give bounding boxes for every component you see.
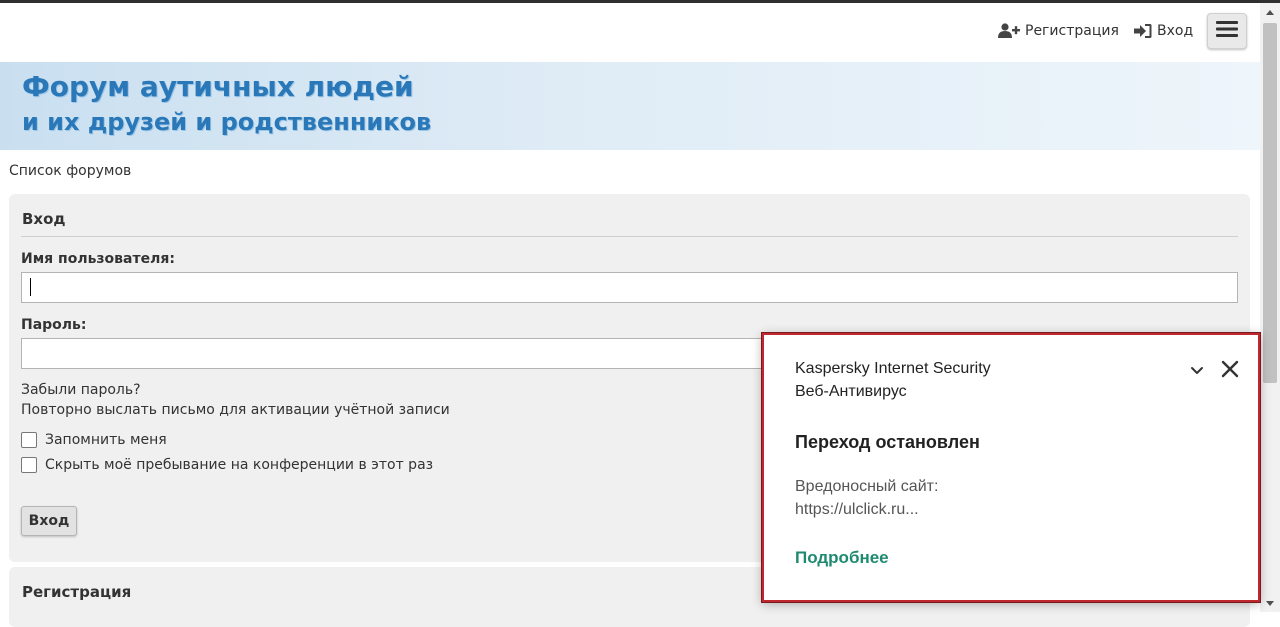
forum-banner-logo[interactable]: Форум аутичных людей и их друзей и родст… (0, 62, 1260, 150)
banner-title-line-2: и их друзей и родственников (22, 108, 432, 136)
resend-activation-link[interactable]: Повторно выслать письмо для активации уч… (21, 402, 450, 418)
username-input[interactable] (21, 272, 1238, 303)
register-panel-title: Регистрация (22, 583, 132, 601)
kaspersky-product-name: Kaspersky Internet Security (795, 360, 991, 377)
hamburger-icon (1216, 20, 1238, 42)
kaspersky-heading: Переход остановлен (795, 432, 980, 452)
register-link-label: Регистрация (1025, 23, 1119, 39)
hide-online-label: Скрыть моё пребывание на конференции в э… (45, 457, 434, 473)
kaspersky-blocked-url: https://ulclick.ru... (795, 501, 919, 518)
login-panel-title: Вход (22, 210, 66, 228)
sign-in-icon (1134, 23, 1152, 39)
kaspersky-details-link[interactable]: Подробнее (795, 548, 889, 568)
page-scrollbar[interactable] (1260, 3, 1280, 612)
text-caret (30, 278, 31, 296)
main-menu-button[interactable] (1207, 13, 1247, 49)
breadcrumb-forum-index[interactable]: Список форумов (9, 163, 131, 179)
password-label: Пароль: (21, 317, 87, 333)
forgot-password-link[interactable]: Забыли пароль? (21, 382, 141, 398)
kaspersky-reason: Вредоносный сайт: (795, 478, 939, 495)
hide-online-checkbox[interactable] (21, 457, 37, 473)
scroll-up-arrow-icon[interactable] (1260, 3, 1280, 21)
top-navbar: Регистрация Вход (0, 3, 1260, 62)
close-icon[interactable] (1220, 359, 1240, 379)
login-link[interactable]: Вход (1134, 23, 1193, 39)
user-plus-icon (998, 23, 1020, 39)
kaspersky-component-name: Веб-Антивирус (795, 383, 907, 400)
remember-me-row: Запомнить меня (21, 432, 167, 448)
kaspersky-warning-popup: Kaspersky Internet Security Веб-Антивиру… (762, 333, 1260, 602)
banner-title-line-1: Форум аутичных людей (22, 70, 414, 103)
remember-me-checkbox[interactable] (21, 432, 37, 448)
login-submit-button[interactable]: Вход (21, 506, 77, 536)
scrollbar-thumb[interactable] (1263, 23, 1277, 383)
panel-divider (21, 236, 1238, 237)
username-label: Имя пользователя: (21, 251, 175, 267)
scroll-down-arrow-icon[interactable] (1260, 594, 1280, 612)
login-link-label: Вход (1157, 23, 1194, 39)
chevron-down-icon[interactable] (1188, 361, 1206, 379)
register-link[interactable]: Регистрация (998, 23, 1119, 39)
hide-online-row: Скрыть моё пребывание на конференции в э… (21, 457, 433, 473)
remember-me-label: Запомнить меня (45, 432, 167, 448)
